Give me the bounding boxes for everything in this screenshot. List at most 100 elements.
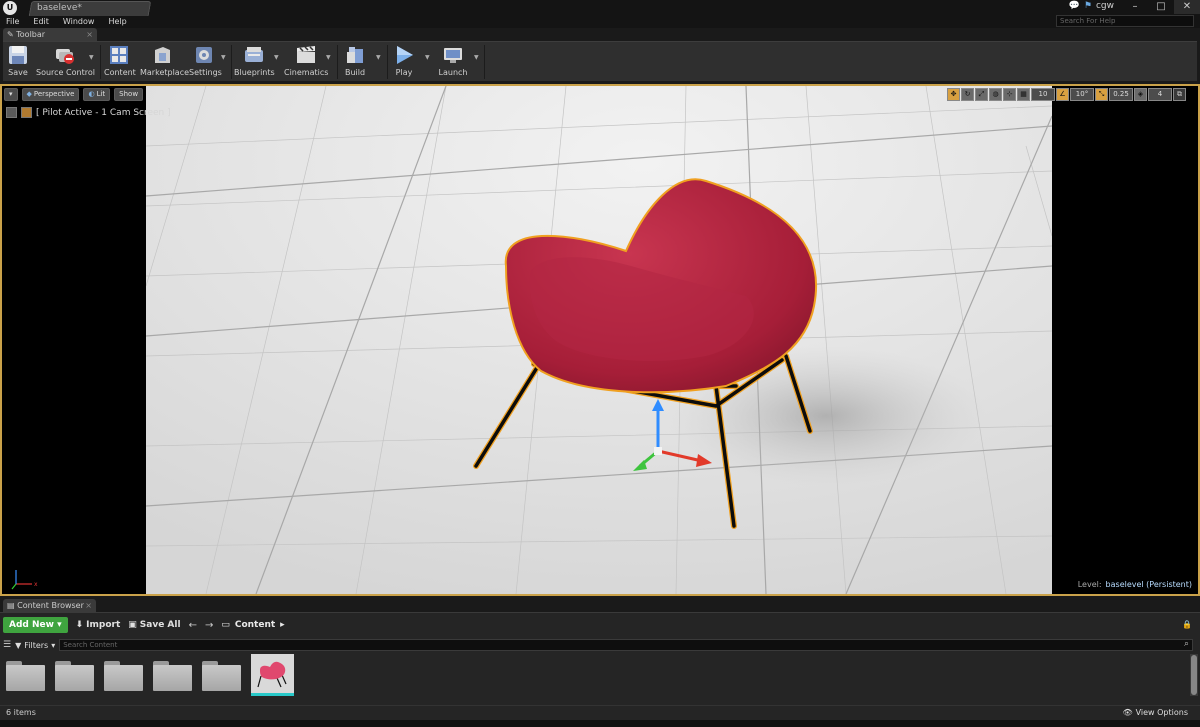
eject-pilot-icon[interactable] <box>6 107 17 118</box>
source-control-dropdown-icon[interactable]: ▼ <box>89 54 94 61</box>
save-all-label: Save All <box>139 620 181 630</box>
scene-render[interactable] <box>146 86 1052 594</box>
close-tab-icon[interactable]: × <box>85 599 92 612</box>
translate-tool-icon[interactable]: ✥ <box>947 88 960 101</box>
pilot-indicator: [ Pilot Active - 1 Cam Screen ] <box>6 107 171 118</box>
build-label: Build <box>344 68 366 77</box>
level-document-tab[interactable]: baseleve* <box>28 1 152 16</box>
launch-button[interactable]: Launch <box>437 44 469 80</box>
menu-edit[interactable]: Edit <box>33 16 49 28</box>
maximize-button[interactable]: □ <box>1148 0 1174 14</box>
folder-tile[interactable] <box>6 661 45 691</box>
back-arrow-icon[interactable]: ← <box>189 620 197 631</box>
gizmo-center-handle[interactable] <box>654 447 662 455</box>
cinematics-button[interactable]: Cinematics <box>284 44 328 80</box>
content-icon <box>110 46 128 64</box>
source-control-status-icon[interactable]: ⚑ <box>1084 1 1092 11</box>
lit-button[interactable]: ◐ Lit <box>83 88 111 101</box>
minimize-button[interactable]: – <box>1122 0 1148 14</box>
grid-snap-icon[interactable]: ▦ <box>1017 88 1030 101</box>
lock-icon[interactable]: 🔒 <box>1182 620 1192 629</box>
content-path-breadcrumb[interactable]: ▭ Content ▸ <box>221 620 284 630</box>
chevron-right-icon[interactable]: ▸ <box>280 620 285 630</box>
cinematics-icon <box>297 46 315 63</box>
folder-tile[interactable] <box>202 661 241 691</box>
blueprints-dropdown-icon[interactable]: ▼ <box>274 54 279 61</box>
camera-speed-icon[interactable]: ◈ <box>1134 88 1147 101</box>
filters-button[interactable]: ▼ Filters ▾ <box>15 641 55 650</box>
chair-thumbnail-icon <box>257 661 287 688</box>
cinematics-dropdown-icon[interactable]: ▼ <box>326 54 331 61</box>
filter-icon: ▼ <box>15 640 22 650</box>
rotate-tool-icon[interactable]: ↻ <box>961 88 974 101</box>
play-dropdown-icon[interactable]: ▼ <box>425 54 430 61</box>
launch-dropdown-icon[interactable]: ▼ <box>474 54 479 61</box>
menu-window[interactable]: Window <box>63 16 95 28</box>
view-options-button[interactable]: 👁 View Options <box>1122 708 1188 717</box>
play-button[interactable]: Play <box>391 44 417 80</box>
import-button[interactable]: ⬇ Import <box>76 620 121 630</box>
chair-asset-thumbnail[interactable] <box>251 654 294 696</box>
folder-tile[interactable] <box>55 661 94 691</box>
chat-icon[interactable]: 💬 <box>1069 1 1080 11</box>
viewport-scene[interactable] <box>146 86 1052 594</box>
toolbar-tab-label: Toolbar <box>16 30 46 39</box>
asset-grid-scrollbar[interactable] <box>1190 654 1198 696</box>
filter-row: ☰ ▼ Filters ▾ Search Content ⌕ <box>3 638 1193 652</box>
pilot-camera-icon[interactable] <box>21 107 32 118</box>
show-button[interactable]: Show <box>114 88 144 101</box>
folder-tile[interactable] <box>153 661 192 691</box>
menu-help[interactable]: Help <box>108 16 126 28</box>
lit-label: Lit <box>96 90 106 98</box>
coordinate-space-icon[interactable]: ◍ <box>989 88 1002 101</box>
toolbar-tab[interactable]: ✎ Toolbar × <box>3 28 97 41</box>
grid-snap-value[interactable]: 10 <box>1031 88 1055 101</box>
save-all-button[interactable]: ▣ Save All <box>128 620 180 630</box>
forward-arrow-icon[interactable]: → <box>205 620 213 631</box>
settings-dropdown-icon[interactable]: ▼ <box>221 54 226 61</box>
cinematics-label: Cinematics <box>284 68 329 77</box>
menu-file[interactable]: File <box>6 16 19 28</box>
save-button[interactable]: Save <box>5 44 31 80</box>
close-tab-icon[interactable]: × <box>86 28 93 41</box>
content-browser-tab[interactable]: ▤ Content Browser × <box>3 599 96 612</box>
rotation-snap-icon[interactable]: ∠ <box>1056 88 1069 101</box>
level-prefix: Level: <box>1077 580 1102 589</box>
toolbar-separator <box>337 45 338 79</box>
axis-indicator-icon: x <box>11 570 38 590</box>
close-button[interactable]: ✕ <box>1174 0 1200 14</box>
content-button[interactable]: Content <box>104 44 136 80</box>
source-control-icon <box>56 49 74 64</box>
scale-snap-value[interactable]: 0.25 <box>1109 88 1133 101</box>
play-label: Play <box>395 68 413 77</box>
rotation-snap-value[interactable]: 10° <box>1070 88 1094 101</box>
maximize-viewport-icon[interactable]: ⧉ <box>1173 88 1186 101</box>
scale-tool-icon[interactable]: ⤢ <box>975 88 988 101</box>
viewport-options-button[interactable]: ▾ <box>4 88 18 101</box>
level-tab-label: baseleve* <box>37 3 82 13</box>
level-viewport[interactable]: ▾ ◆ Perspective ◐ Lit Show [ Pilot Active … <box>0 84 1200 596</box>
build-dropdown-icon[interactable]: ▼ <box>376 54 381 61</box>
filters-label: Filters <box>24 640 49 650</box>
build-button[interactable]: Build <box>341 44 369 80</box>
marketplace-button[interactable]: Marketplace <box>140 44 189 80</box>
source-control-button[interactable]: Source Control <box>36 44 95 80</box>
add-new-button[interactable]: Add New ▾ <box>3 617 68 633</box>
folder-tile[interactable] <box>104 661 143 691</box>
settings-label: Settings <box>189 68 222 77</box>
search-help-input[interactable]: Search For Help <box>1056 15 1194 27</box>
camera-speed-value[interactable]: 4 <box>1148 88 1172 101</box>
settings-button[interactable]: Settings <box>189 44 222 80</box>
folder-body <box>6 665 45 691</box>
pilot-label: [ Pilot Active - 1 Cam Screen ] <box>36 107 171 118</box>
search-content-input[interactable]: Search Content ⌕ <box>59 639 1193 651</box>
path-root-label[interactable]: Content <box>235 620 275 630</box>
blueprints-button[interactable]: Blueprints <box>234 44 275 80</box>
sources-toggle-icon[interactable]: ☰ <box>3 640 11 650</box>
search-icon[interactable]: ⌕ <box>1184 639 1189 649</box>
scale-snap-icon[interactable]: ⤡ <box>1095 88 1108 101</box>
surface-snap-icon[interactable]: ⊹ <box>1003 88 1016 101</box>
blueprints-label: Blueprints <box>234 68 275 77</box>
scrollbar-thumb[interactable] <box>1191 655 1197 695</box>
perspective-button[interactable]: ◆ Perspective <box>21 88 80 101</box>
